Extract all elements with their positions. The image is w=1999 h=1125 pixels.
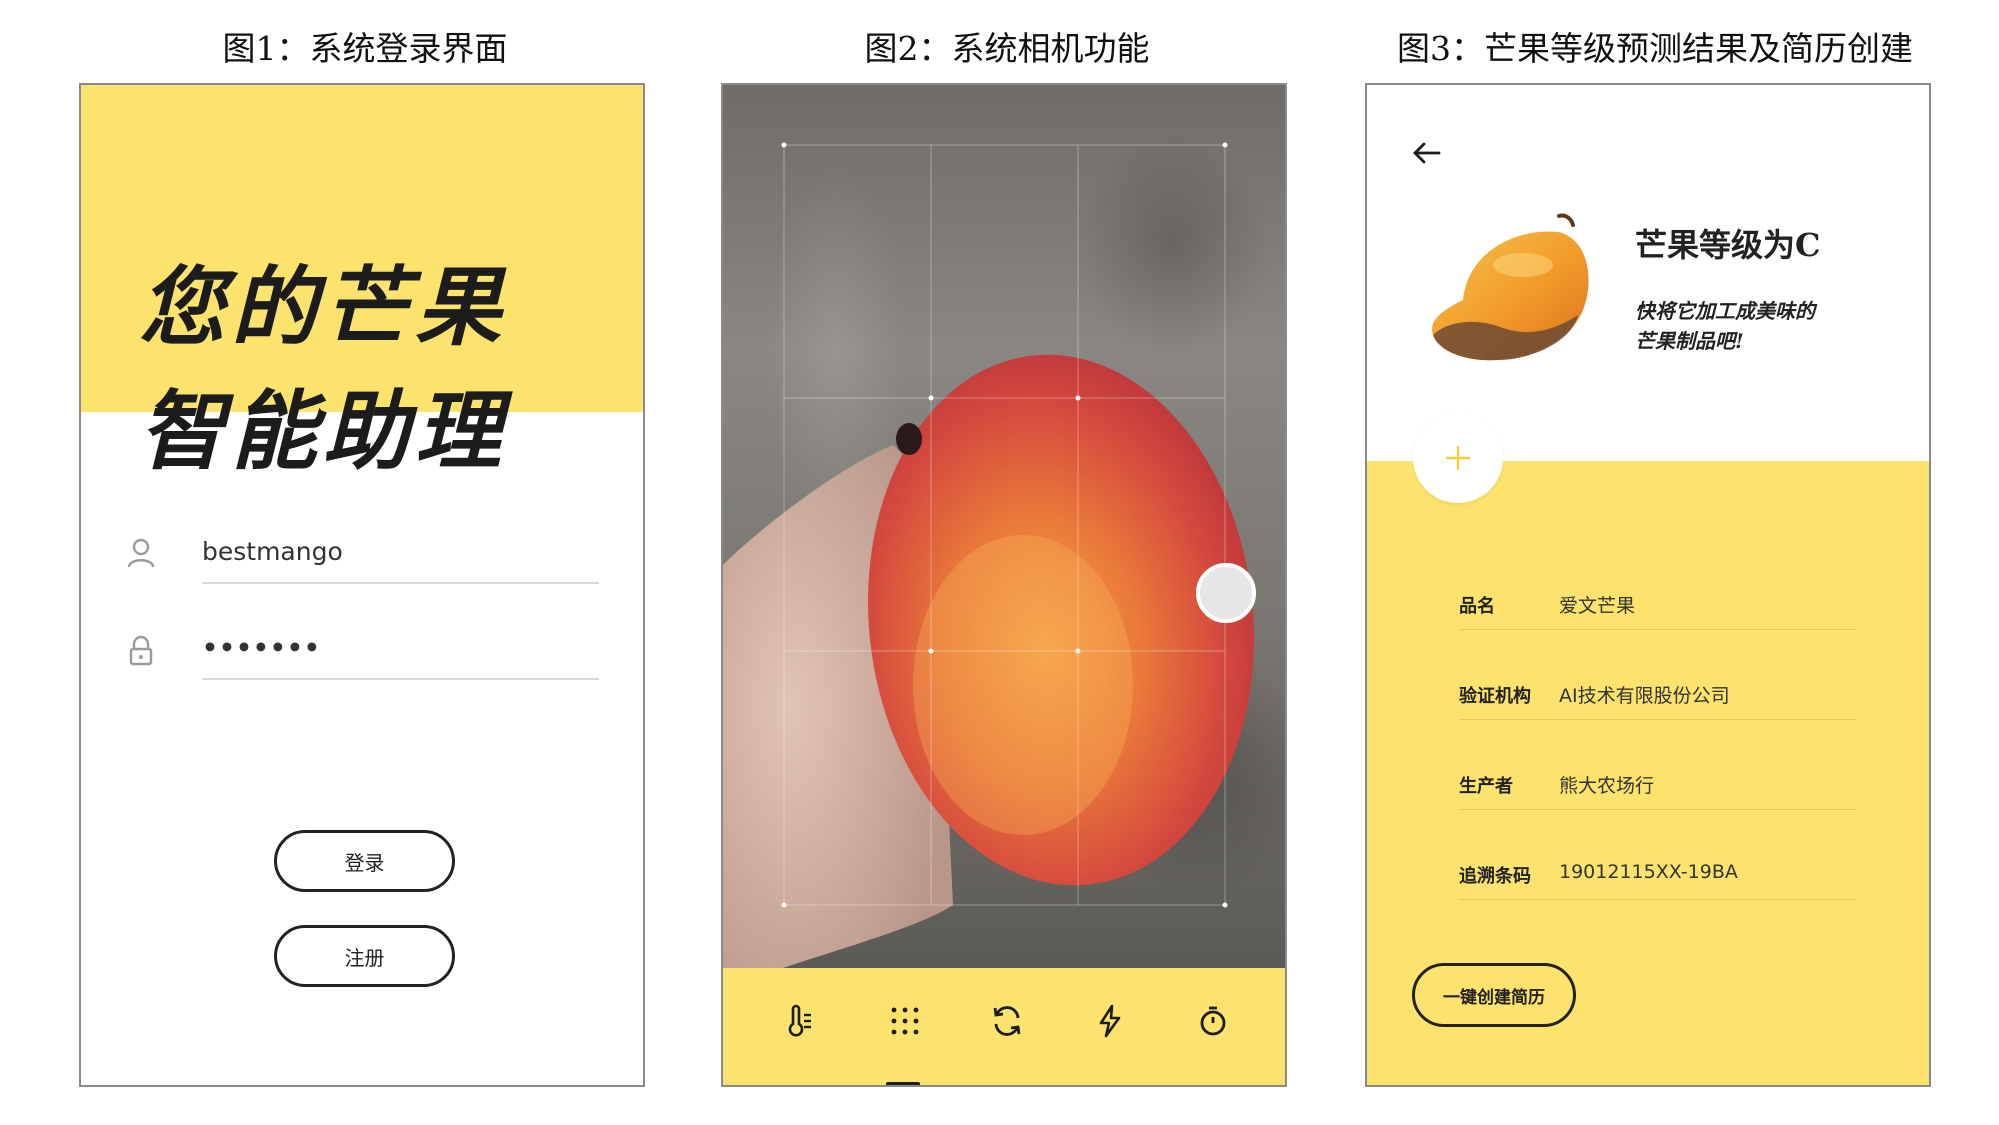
toolbar-active-indicator xyxy=(886,1082,920,1085)
field-label-producer: 生产者 xyxy=(1459,776,1513,797)
row-divider xyxy=(1459,899,1857,900)
mango-icon xyxy=(1423,210,1603,370)
result-screen: 芒果等级为C 快将它加工成美味的 芒果制品吧! 品名 爱文芒果 验证机构 AI技… xyxy=(1365,83,1931,1087)
caption-fig3: 图3：芒果等级预测结果及简历创建 xyxy=(1397,29,1913,68)
thermometer-icon[interactable] xyxy=(780,1001,820,1041)
field-label-barcode: 追溯条码 xyxy=(1459,866,1531,887)
field-value-barcode: 19012115XX-19BA xyxy=(1559,861,1738,883)
camera-screen xyxy=(721,83,1287,1087)
login-button[interactable]: 登录 xyxy=(274,830,455,892)
grid-icon[interactable] xyxy=(885,1001,925,1041)
register-button[interactable]: 注册 xyxy=(274,925,455,987)
caption-fig1: 图1：系统登录界面 xyxy=(222,29,508,68)
field-value-producer: 熊大农场行 xyxy=(1559,775,1655,797)
grade-subtitle-line1: 快将它加工成美味的 xyxy=(1635,299,1815,323)
field-value-institution: AI技术有限股份公司 xyxy=(1559,685,1730,707)
grade-title: 芒果等级为C xyxy=(1635,226,1821,264)
add-button[interactable] xyxy=(1413,413,1503,503)
switch-camera-icon[interactable] xyxy=(987,1001,1027,1041)
camera-toolbar xyxy=(723,968,1285,1085)
slogan-line2: 智能助理 xyxy=(139,381,507,482)
mango-photo xyxy=(723,142,1254,968)
camera-viewfinder xyxy=(723,85,1285,968)
back-arrow-icon[interactable] xyxy=(1407,133,1447,173)
shutter-button[interactable] xyxy=(1196,563,1256,623)
user-icon xyxy=(121,534,161,574)
caption-fig2: 图2：系统相机功能 xyxy=(864,29,1150,68)
row-divider xyxy=(1459,719,1857,720)
field-label-institution: 验证机构 xyxy=(1459,686,1531,707)
create-resume-button[interactable]: 一键创建简历 xyxy=(1412,963,1576,1027)
flash-icon[interactable] xyxy=(1090,1001,1130,1041)
username-underline xyxy=(202,582,599,584)
password-underline xyxy=(202,678,599,680)
password-field[interactable]: ••••••• xyxy=(202,633,321,662)
row-divider xyxy=(1459,809,1857,810)
plus-icon xyxy=(1446,446,1470,470)
username-field[interactable]: bestmango xyxy=(202,537,343,566)
slogan-line1: 您的芒果 xyxy=(139,257,507,358)
login-screen: 您的芒果 智能助理 bestmango ••••••• 登录 注册 xyxy=(79,83,645,1087)
lock-icon xyxy=(121,631,161,671)
row-divider xyxy=(1459,629,1857,630)
field-label-name: 品名 xyxy=(1459,596,1495,617)
grade-subtitle-line2: 芒果制品吧! xyxy=(1635,329,1744,353)
field-value-name: 爱文芒果 xyxy=(1559,595,1636,617)
timer-icon[interactable] xyxy=(1193,1001,1233,1041)
